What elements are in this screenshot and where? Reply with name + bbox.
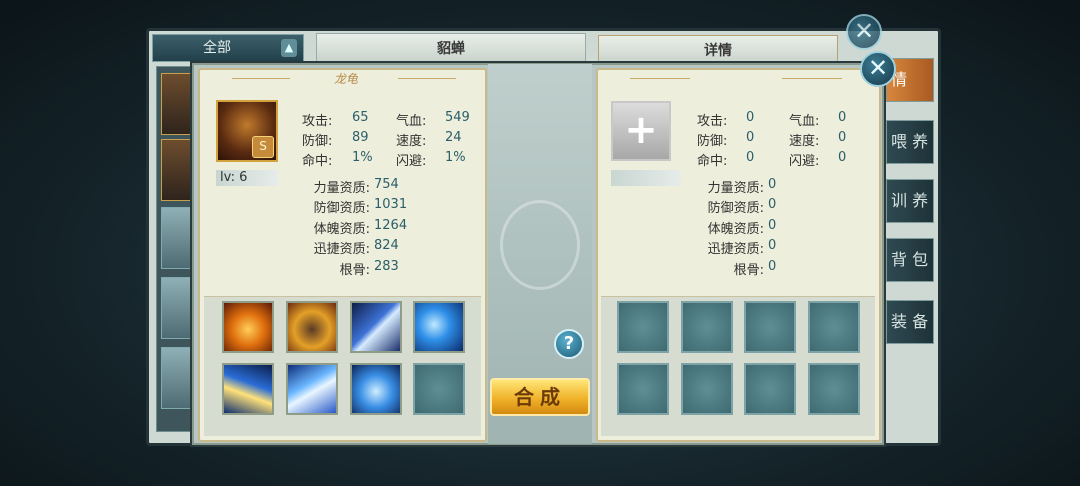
- stat-speed-label: 速度:: [396, 134, 427, 149]
- stat-hp-label: 气血:: [789, 114, 820, 129]
- stat-attack-label: 攻击:: [697, 114, 728, 129]
- stat-dodge-value: 1%: [445, 150, 466, 165]
- lightning-strike-skill-icon[interactable]: [222, 363, 274, 415]
- pet-list-item[interactable]: [161, 347, 195, 409]
- filter-dropdown[interactable]: 全部 ▲: [152, 34, 304, 62]
- aptitude-physique-value: 1264: [374, 218, 408, 233]
- stat-dodge-label: 闪避:: [396, 154, 427, 169]
- pet-list-item[interactable]: [161, 277, 195, 339]
- grade-badge: S: [252, 136, 274, 158]
- empty-skill-slot[interactable]: [617, 301, 669, 353]
- detail-tab-title: 详情: [598, 35, 838, 65]
- stat-attack-value: 0: [746, 110, 755, 125]
- stat-hit-label: 命中:: [302, 154, 333, 169]
- stat-attack-value: 65: [352, 110, 369, 125]
- stat-defense-label: 防御:: [697, 134, 728, 149]
- aptitude-strength-value: 754: [374, 177, 399, 192]
- aptitude-strength-label: 力量资质:: [313, 181, 370, 196]
- stat-hit-value: 1%: [352, 150, 373, 165]
- empty-skill-slot[interactable]: [681, 363, 733, 415]
- aptitude-physique-value: 0: [768, 218, 777, 233]
- stat-dodge-value: 0: [838, 150, 847, 165]
- aptitude-defense-label: 防御资质:: [707, 201, 764, 216]
- stat-speed-label: 速度:: [789, 134, 820, 149]
- side-tab-feed[interactable]: 喂 养: [886, 120, 934, 164]
- stat-defense-value: 0: [746, 130, 755, 145]
- ornament-divider: [782, 78, 842, 79]
- dragon-emblem-icon: [500, 200, 580, 290]
- pet-list[interactable]: [156, 66, 196, 432]
- aptitude-agility-label: 迅捷资质:: [707, 242, 764, 257]
- add-pet-button[interactable]: +: [611, 101, 671, 161]
- aptitude-defense-label: 防御资质:: [313, 201, 370, 216]
- pet-avatar[interactable]: S: [216, 100, 278, 162]
- aptitude-strength-label: 力量资质:: [707, 181, 764, 196]
- stat-hit-label: 命中:: [697, 154, 728, 169]
- claw-slash-skill-icon[interactable]: [350, 301, 402, 353]
- shield-fire-skill-icon[interactable]: [222, 301, 274, 353]
- aptitude-root-value: 0: [768, 259, 777, 274]
- stat-hp-label: 气血:: [396, 114, 427, 129]
- stat-attack-label: 攻击:: [302, 114, 333, 129]
- close-button[interactable]: ✕: [860, 51, 896, 87]
- empty-skill-slot[interactable]: [808, 363, 860, 415]
- aptitude-root-label: 根骨:: [339, 263, 370, 278]
- empty-skill-slot[interactable]: [617, 363, 669, 415]
- pet-list-item[interactable]: [161, 139, 195, 201]
- aptitude-agility-value: 824: [374, 238, 399, 253]
- side-tab-equip[interactable]: 装 备: [886, 300, 934, 344]
- synthesize-button[interactable]: 合成: [490, 378, 590, 416]
- aptitude-strength-value: 0: [768, 177, 777, 192]
- side-tab-train[interactable]: 训 养: [886, 179, 934, 223]
- ornament-divider: [630, 78, 690, 79]
- aptitude-physique-label: 体魄资质:: [707, 222, 764, 237]
- right-level-bar: [611, 170, 681, 186]
- pet-level: lv: 6: [216, 170, 278, 186]
- pet-list-item[interactable]: [161, 73, 195, 135]
- empty-skill-slot[interactable]: [744, 363, 796, 415]
- beast-roar-skill-icon[interactable]: [286, 301, 338, 353]
- stat-defense-label: 防御:: [302, 134, 333, 149]
- aptitude-defense-value: 0: [768, 197, 777, 212]
- stat-hp-value: 0: [838, 110, 847, 125]
- aptitude-physique-label: 体魄资质:: [313, 222, 370, 237]
- aptitude-root-value: 283: [374, 259, 399, 274]
- ice-beast-skill-icon[interactable]: [413, 301, 465, 353]
- aptitude-agility-label: 迅捷资质:: [313, 242, 370, 257]
- chevron-up-icon: ▲: [281, 39, 297, 57]
- empty-skill-slot[interactable]: [681, 301, 733, 353]
- stat-speed-value: 0: [838, 130, 847, 145]
- empty-skill-slot[interactable]: [744, 301, 796, 353]
- aptitude-root-label: 根骨:: [733, 263, 764, 278]
- water-heart-skill-icon[interactable]: [350, 363, 402, 415]
- side-tab-bag[interactable]: 背 包: [886, 238, 934, 282]
- blade-dash-skill-icon[interactable]: [286, 363, 338, 415]
- stat-dodge-label: 闪避:: [789, 154, 820, 169]
- aptitude-agility-value: 0: [768, 238, 777, 253]
- ornament-divider: [232, 78, 290, 79]
- stat-defense-value: 89: [352, 130, 369, 145]
- aptitude-defense-value: 1031: [374, 197, 408, 212]
- background-title: 貂蝉: [316, 33, 586, 63]
- empty-skill-slot[interactable]: [808, 301, 860, 353]
- stat-hp-value: 549: [445, 110, 470, 125]
- pet-list-item[interactable]: [161, 207, 195, 269]
- ornament-divider: [398, 78, 456, 79]
- background-close-button[interactable]: ✕: [846, 14, 882, 50]
- help-button[interactable]: ?: [554, 329, 584, 359]
- empty-skill-slot[interactable]: [413, 363, 465, 415]
- stat-speed-value: 24: [445, 130, 462, 145]
- stat-hit-value: 0: [746, 150, 755, 165]
- filter-label: 全部: [203, 40, 231, 56]
- pet-name: 龙龟: [333, 72, 358, 86]
